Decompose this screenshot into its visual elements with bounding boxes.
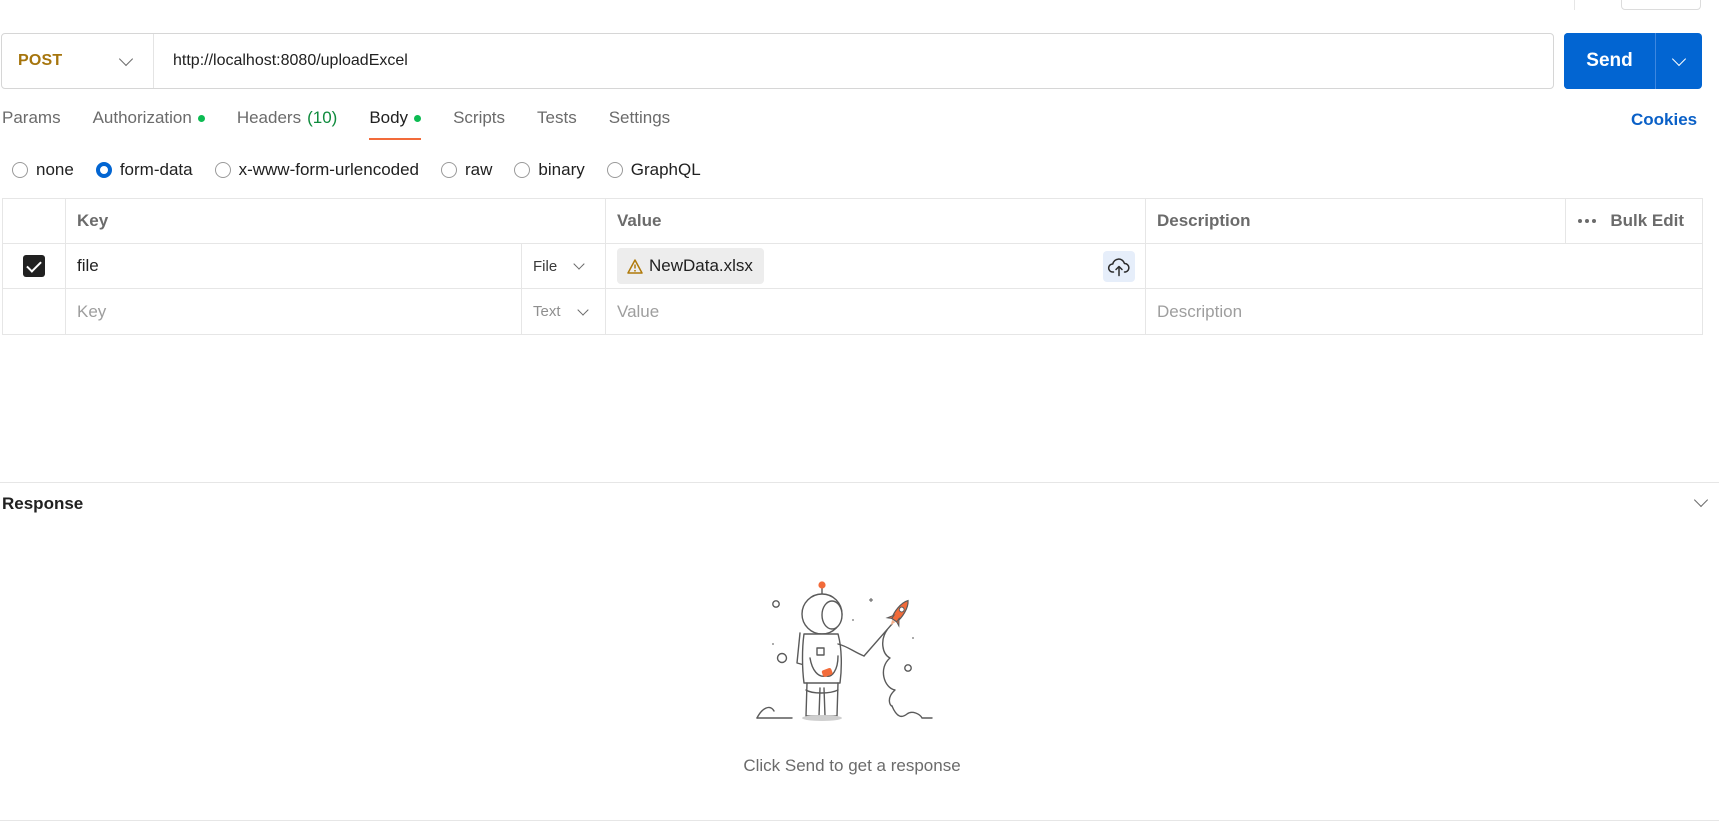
bulk-edit-group: Bulk Edit xyxy=(1578,211,1684,231)
table-header-row: Key Value Description Bulk Edit xyxy=(3,199,1702,244)
toolbar-box[interactable] xyxy=(1621,0,1701,10)
tab-label: Scripts xyxy=(453,108,506,127)
bulk-edit-link[interactable]: Bulk Edit xyxy=(1610,211,1684,231)
tab-settings[interactable]: Settings xyxy=(609,108,670,140)
tab-authorization[interactable]: Authorization xyxy=(93,108,205,140)
radio-label: raw xyxy=(465,160,493,179)
radio-graphql[interactable]: GraphQL xyxy=(606,160,701,180)
file-name: NewData.xlsx xyxy=(649,256,753,275)
radio-label: none xyxy=(36,160,74,179)
description-placeholder[interactable]: Description xyxy=(1146,289,1702,334)
file-chip[interactable]: NewData.xlsx xyxy=(617,248,764,284)
body-type-selector: none form-data x-www-form-urlencoded raw… xyxy=(12,160,723,180)
radio-form-data[interactable]: form-data xyxy=(95,160,193,180)
radio-label: form-data xyxy=(119,160,193,179)
header-key: Key xyxy=(66,199,606,243)
tab-scripts[interactable]: Scripts xyxy=(453,108,505,140)
key-text: file xyxy=(77,256,99,275)
request-url-bar: POST xyxy=(1,33,1554,89)
tab-label: Params xyxy=(2,108,61,127)
bottom-divider xyxy=(0,820,1719,821)
tab-label: Tests xyxy=(537,108,577,127)
radio-raw[interactable]: raw xyxy=(441,160,492,180)
tab-count: (10) xyxy=(307,108,338,127)
key-placeholder[interactable]: Key xyxy=(66,289,522,334)
chevron-down-icon xyxy=(573,258,585,270)
table-row: file File NewData.xlsx xyxy=(3,244,1702,289)
chevron-down-icon[interactable] xyxy=(1693,492,1709,508)
tab-params[interactable]: Params xyxy=(2,108,61,140)
radio-label: x-www-form-urlencoded xyxy=(238,160,420,179)
radio-none[interactable]: none xyxy=(12,160,74,180)
key-type-label: File xyxy=(533,257,558,275)
radio-binary[interactable]: binary xyxy=(514,160,585,180)
tab-tests[interactable]: Tests xyxy=(537,108,577,140)
toolbar-divider xyxy=(1574,0,1575,10)
key-type-select[interactable]: File xyxy=(522,244,606,288)
key-cell[interactable]: file xyxy=(66,244,522,288)
radio-icon xyxy=(214,162,231,178)
radio-icon xyxy=(12,162,28,178)
astronaut-rocket-illustration xyxy=(756,581,933,721)
value-cell: NewData.xlsx xyxy=(606,244,1146,288)
method-label: POST xyxy=(18,52,63,69)
key-type-label: Text xyxy=(533,303,561,320)
form-data-table: Key Value Description Bulk Edit file Fil… xyxy=(2,198,1703,335)
tab-label: Body xyxy=(369,108,409,127)
description-cell[interactable] xyxy=(1146,244,1702,288)
header-description: Description xyxy=(1146,199,1566,243)
more-horizontal-icon[interactable] xyxy=(1578,219,1597,223)
request-tabs: Params Authorization Headers (10) Body Sc… xyxy=(2,108,702,144)
status-dot xyxy=(197,114,205,122)
radio-icon xyxy=(514,162,531,178)
warning-icon xyxy=(627,258,643,274)
send-button-group: Send xyxy=(1564,33,1702,89)
radio-icon xyxy=(441,162,458,178)
status-dot xyxy=(414,114,422,122)
key-type-select[interactable]: Text xyxy=(522,289,606,334)
cloud-upload-icon xyxy=(1107,257,1130,276)
chevron-down-icon xyxy=(576,303,589,316)
send-button[interactable]: Send xyxy=(1564,33,1656,89)
upload-file-button[interactable] xyxy=(1103,251,1135,282)
response-divider xyxy=(0,482,1719,483)
tab-label: Settings xyxy=(608,108,671,127)
response-title: Response xyxy=(2,494,84,513)
value-placeholder[interactable]: Value xyxy=(606,289,1146,334)
row-check-cell xyxy=(3,289,66,334)
table-row-empty: Key Text Value Description xyxy=(3,289,1702,334)
chevron-down-icon xyxy=(118,51,134,66)
empty-response-message: Click Send to get a response xyxy=(743,756,961,775)
radio-selected-icon xyxy=(95,162,112,178)
tab-body[interactable]: Body xyxy=(369,108,422,140)
radio-label: binary xyxy=(538,160,585,179)
header-actions: Bulk Edit xyxy=(1566,199,1702,243)
tab-headers[interactable]: Headers (10) xyxy=(237,108,338,140)
tab-label: Headers xyxy=(236,108,302,127)
url-input[interactable] xyxy=(154,34,1553,88)
tab-label: Authorization xyxy=(92,108,192,127)
method-select[interactable]: POST xyxy=(2,34,154,88)
radio-label: GraphQL xyxy=(630,160,701,179)
chevron-down-icon xyxy=(1671,51,1687,66)
checkbox-checked-icon[interactable] xyxy=(23,255,45,277)
header-check-cell xyxy=(3,199,66,243)
cookies-link[interactable]: Cookies xyxy=(1631,110,1697,130)
header-value: Value xyxy=(606,199,1146,243)
radio-urlencoded[interactable]: x-www-form-urlencoded xyxy=(214,160,420,180)
send-options-button[interactable] xyxy=(1656,33,1702,89)
radio-icon xyxy=(606,162,623,178)
row-check-cell xyxy=(3,244,66,288)
